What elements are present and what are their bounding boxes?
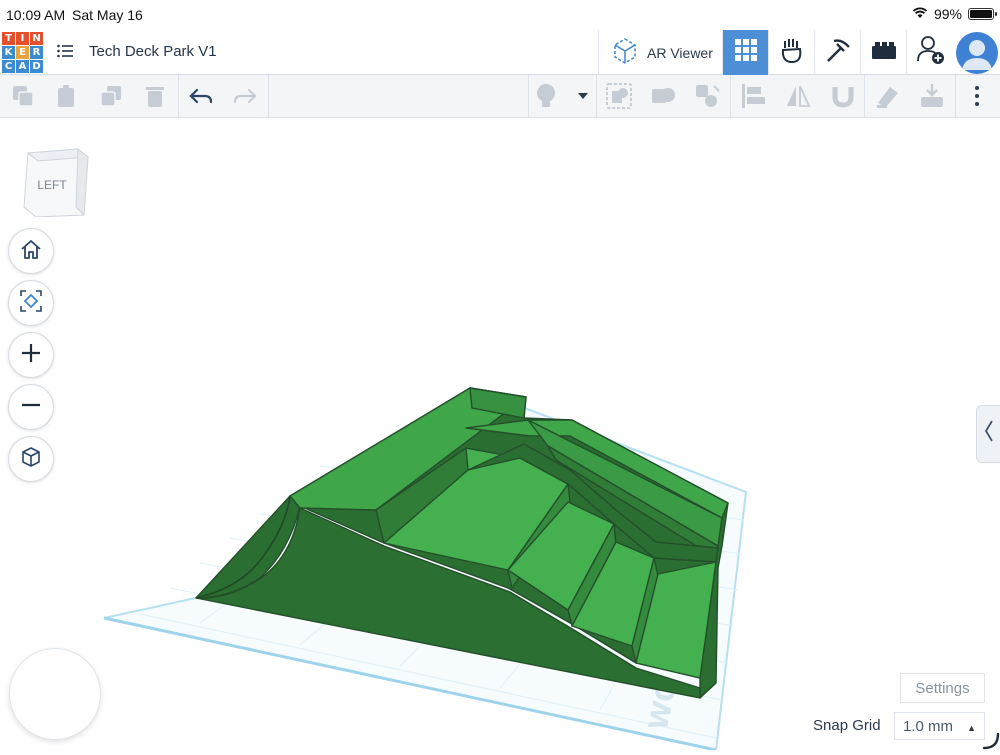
duplicate-icon[interactable] (98, 83, 124, 109)
home-icon (20, 238, 42, 265)
dropdown-caret-icon[interactable] (570, 83, 596, 109)
export-icon[interactable] (919, 83, 945, 109)
toolbar-divider (955, 75, 956, 118)
view-cube[interactable]: LEFT (22, 145, 90, 218)
zoom-in-button[interactable] (8, 332, 54, 378)
viewcube-face-label[interactable]: LEFT (37, 178, 67, 192)
ar-viewer-button[interactable]: AR Viewer (598, 30, 721, 75)
logo-letter: R (30, 46, 43, 59)
perspective-toggle-button[interactable] (8, 436, 54, 482)
loading-spinner-icon (980, 730, 1000, 755)
fit-all-icon (20, 289, 42, 317)
home-view-button[interactable] (8, 228, 54, 274)
toolbar-divider (730, 75, 731, 118)
logo-letter: C (2, 60, 15, 73)
tinker-hand-icon (779, 36, 805, 69)
toolbar-divider (596, 75, 597, 118)
minus-icon (21, 395, 41, 420)
battery-percent: 99% (933, 6, 962, 22)
align-icon[interactable] (740, 83, 766, 109)
snap-grid-value: 1.0 mm (903, 717, 954, 735)
toolbar-divider (864, 75, 865, 118)
snap-grid-select[interactable]: 1.0 mm ▲ (894, 712, 985, 740)
magnet-icon[interactable] (830, 83, 856, 109)
undo-icon[interactable] (188, 83, 214, 109)
perspective-cube-icon (20, 446, 42, 473)
snap-grid-label: Snap Grid (813, 717, 881, 734)
toolbar-divider (178, 75, 179, 118)
chevron-left-icon (984, 420, 994, 448)
bricks-button[interactable] (860, 30, 906, 75)
design-title[interactable]: Tech Deck Park V1 (89, 43, 217, 60)
group-icon[interactable] (606, 83, 632, 109)
light-bulb-icon[interactable] (533, 83, 559, 109)
caret-up-icon: ▲ (967, 723, 976, 733)
paste-icon[interactable] (54, 83, 80, 109)
delete-icon[interactable] (142, 83, 168, 109)
app-header: TIN KER CAD Tech Deck Park V1 AR Viewer (0, 30, 1000, 75)
ar-viewer-label: AR Viewer (647, 44, 713, 61)
tinkercad-logo[interactable]: TIN KER CAD (2, 32, 43, 73)
invite-collaborator-button[interactable] (906, 30, 954, 75)
toolbar-divider (528, 75, 529, 118)
status-right: 99% (912, 6, 997, 22)
logo-letter: E (16, 46, 29, 59)
status-date: Sat May 16 (72, 7, 143, 23)
logo-letter: D (30, 60, 43, 73)
copy-icon[interactable] (10, 83, 36, 109)
pickaxe-icon (824, 36, 852, 69)
ios-status-bar: 10:09 AM Sat May 16 99% (0, 0, 1000, 30)
more-icon[interactable] (964, 83, 990, 109)
toolbar-divider (268, 75, 269, 118)
logo-letter: K (2, 46, 15, 59)
notes-icon[interactable] (875, 83, 901, 109)
blocks-button[interactable] (814, 30, 860, 75)
design-menu-icon[interactable] (57, 44, 73, 58)
plus-icon (21, 343, 41, 368)
ar-cube-icon (611, 36, 639, 69)
edit-toolbar (0, 75, 1000, 118)
logo-letter: N (30, 32, 43, 45)
status-time: 10:09 AM (6, 7, 66, 23)
battery-icon (968, 8, 997, 20)
shapes-panel-toggle[interactable] (976, 405, 1000, 463)
3d-workspace[interactable]: WO LEFT Settings Snap Grid 1.0 mm ▲ (0, 118, 1000, 750)
redo-icon[interactable] (232, 83, 258, 109)
fit-view-button[interactable] (8, 280, 54, 326)
sim-lab-button[interactable] (768, 30, 814, 75)
add-user-icon (916, 34, 946, 71)
3d-design-view-button[interactable] (722, 30, 768, 75)
bricks-icon (871, 39, 897, 66)
avatar[interactable] (956, 32, 998, 74)
scene-3d[interactable]: WO (0, 118, 1000, 750)
zoom-out-button[interactable] (8, 384, 54, 430)
logo-letter: I (16, 32, 29, 45)
wifi-icon (912, 6, 928, 22)
logo-letter: A (16, 60, 29, 73)
logo-letter: T (2, 32, 15, 45)
orbit-joystick[interactable] (9, 648, 101, 740)
mirror-icon[interactable] (785, 83, 811, 109)
cruise-icon[interactable] (694, 83, 720, 109)
ungroup-icon[interactable] (650, 83, 676, 109)
grid-view-icon (734, 39, 757, 66)
settings-button[interactable]: Settings (900, 673, 985, 703)
